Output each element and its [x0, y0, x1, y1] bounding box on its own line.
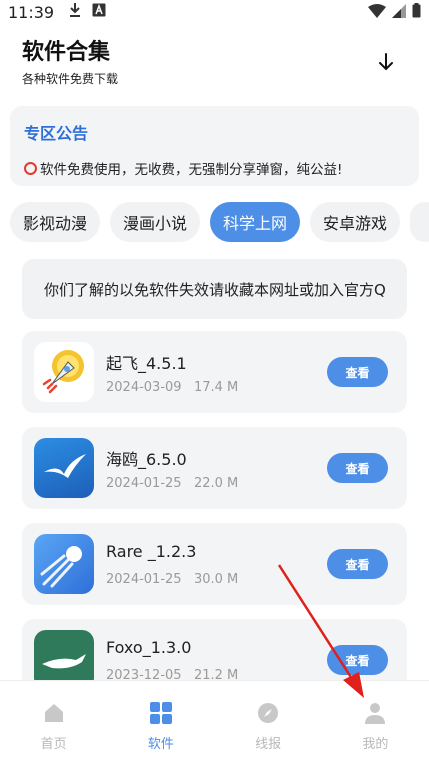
notice-text-row: 软件免费使用，无收费，无强制分享弹窗，纯公益! [24, 158, 405, 178]
app-meta: 2024-01-25 30.0 M [106, 572, 238, 587]
app-date: 2024-03-09 [106, 380, 182, 395]
tab-vpn[interactable]: 科学上网 [210, 202, 301, 242]
tab-comics-novels[interactable]: 漫画小说 [110, 202, 201, 242]
nav-label: 首页 [40, 737, 67, 752]
status-time: 11:39 [8, 2, 55, 22]
app-meta: 2024-03-09 17.4 M [106, 380, 238, 395]
seagull-icon [34, 438, 94, 498]
app-date: 2024-01-25 [106, 572, 182, 587]
tab-video-anime[interactable]: 影视动漫 [10, 202, 101, 242]
nav-label: 线报 [255, 737, 282, 752]
nav-item-home[interactable]: 首页 [0, 681, 107, 762]
page-subtitle: 各种软件免费下载 [22, 72, 119, 86]
list-item[interactable]: 海鸥_6.5.0 2024-01-25 22.0 M 查看 [22, 427, 407, 509]
notice-title: 专区公告 [24, 124, 89, 143]
app-size: 30.0 M [193, 572, 239, 587]
nav-item-mine[interactable]: 我的 [322, 681, 429, 762]
nav-item-deals[interactable]: 线报 [215, 681, 322, 762]
notice-text: 软件免费使用，无收费，无强制分享弹窗，纯公益! [40, 162, 343, 178]
arrow-down-icon [378, 52, 394, 76]
home-icon [42, 701, 66, 725]
app-size: 17.4 M [193, 380, 239, 395]
view-button[interactable]: 查看 [327, 645, 388, 675]
download-button[interactable] [374, 50, 398, 78]
marquee-banner: 你们了解的以免软件失效请收藏本网址或加入官方Q [22, 259, 407, 319]
user-icon [363, 701, 387, 725]
category-tabs: 影视动漫 漫画小说 科学上网 安卓游戏 [10, 202, 429, 242]
view-button[interactable]: 查看 [327, 453, 388, 483]
bottom-nav: 首页 软件 线报 我的 [0, 680, 429, 762]
grid-icon [149, 701, 173, 725]
wifi-icon [368, 3, 386, 22]
a-badge-icon [92, 3, 106, 21]
download-icon [68, 2, 82, 22]
app-name: Rare _1.2.3 [106, 542, 197, 561]
nav-label: 我的 [362, 737, 389, 752]
rocket-icon [34, 342, 94, 402]
red-ring-icon [24, 161, 37, 175]
status-bar: 11:39 [0, 0, 429, 24]
nav-item-software[interactable]: 软件 [107, 681, 214, 762]
view-button[interactable]: 查看 [327, 357, 388, 387]
nav-label: 软件 [147, 737, 174, 752]
marquee-text: 你们了解的以免软件失效请收藏本网址或加入官方Q [44, 280, 386, 299]
status-right-icons [368, 2, 421, 22]
page-header: 软件合集 各种软件免费下载 [22, 34, 118, 87]
app-size: 22.0 M [193, 476, 239, 491]
comet-icon [34, 534, 94, 594]
signal-icon [392, 3, 406, 22]
app-meta: 2024-01-25 22.0 M [106, 476, 238, 491]
tab-more[interactable] [410, 202, 429, 242]
list-item[interactable]: 起飞_4.5.1 2024-03-09 17.4 M 查看 [22, 331, 407, 413]
app-date: 2024-01-25 [106, 476, 182, 491]
notice-card: 专区公告 软件免费使用，无收费，无强制分享弹窗，纯公益! [10, 106, 419, 186]
app-name: Foxo_1.3.0 [106, 638, 192, 657]
app-name: 起飞_4.5.1 [106, 354, 187, 373]
page-title: 软件合集 [22, 40, 111, 65]
app-name: 海鸥_6.5.0 [106, 450, 187, 469]
list-item[interactable]: Rare _1.2.3 2024-01-25 30.0 M 查看 [22, 523, 407, 605]
compass-icon [256, 701, 280, 725]
view-button[interactable]: 查看 [327, 549, 388, 579]
battery-icon [412, 2, 421, 22]
tab-android-games[interactable]: 安卓游戏 [310, 202, 401, 242]
